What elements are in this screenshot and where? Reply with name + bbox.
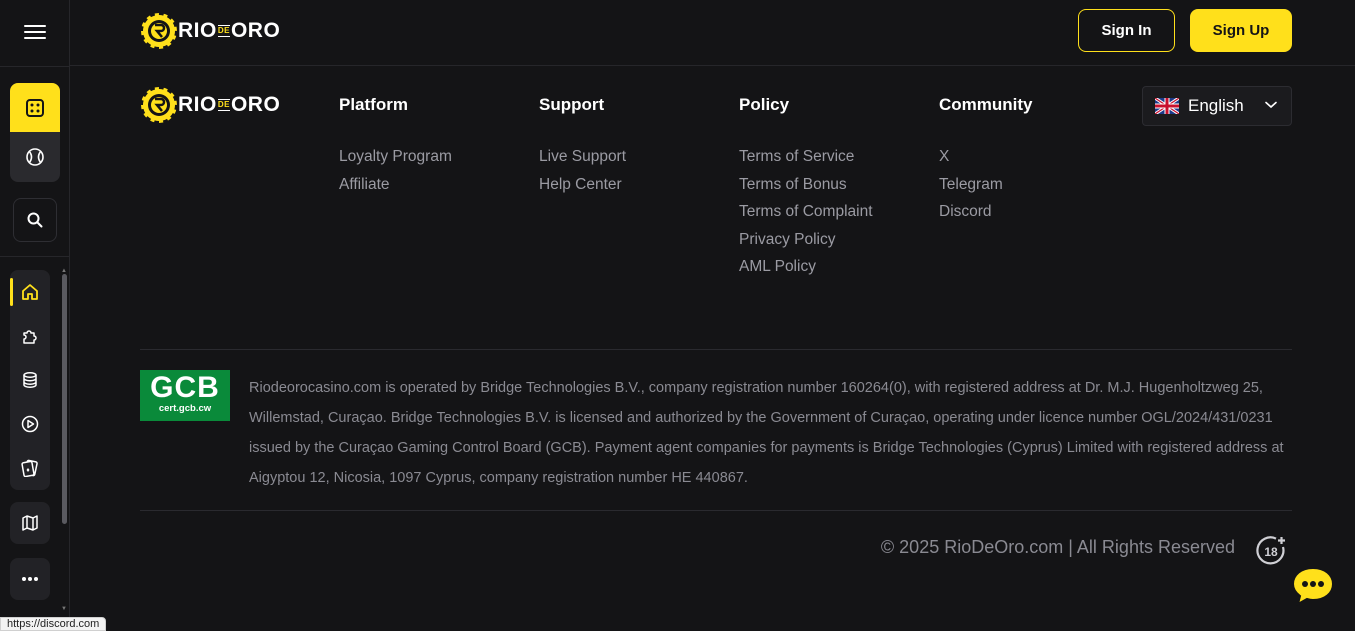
chevron-down-icon [1265,101,1277,109]
live-chat-icon[interactable] [1290,565,1336,607]
search-icon [27,212,43,228]
link-terms-of-complaint[interactable]: Terms of Complaint [739,201,873,229]
sidebar-divider [0,256,70,257]
scroll-down-icon[interactable]: ▼ [61,606,67,612]
link-aml-policy[interactable]: AML Policy [739,256,873,284]
more-icon [22,577,38,581]
uk-flag-icon [1155,98,1179,114]
scroll-thumb[interactable] [62,274,67,524]
casino-dice-icon [26,98,44,117]
nav-coins[interactable] [10,358,50,402]
link-terms-of-service[interactable]: Terms of Service [739,146,873,174]
footer-divider [140,349,1292,350]
copyright-text: © 2025 RioDeOro.com | All Rights Reserve… [880,537,1235,557]
logo-wordmark: RIO DE ORO [178,19,281,42]
nav-more[interactable] [10,558,50,600]
casino-category-button[interactable] [10,83,60,132]
link-x[interactable]: X [939,146,1033,174]
footer-column-community: Community X Telegram Discord [939,93,1033,229]
sidebar-divider [0,66,70,67]
gcb-subtitle: cert.gcb.cw [158,403,212,414]
nav-live[interactable] [10,402,50,446]
link-telegram[interactable]: Telegram [939,174,1033,202]
puzzle-icon [23,330,37,344]
link-help-center[interactable]: Help Center [539,174,626,202]
svg-text:18: 18 [1264,545,1278,559]
link-loyalty-program[interactable]: Loyalty Program [339,146,452,174]
coins-stack-icon [23,372,37,388]
nav-table-games[interactable] [10,446,50,490]
sidebar-scrollbar[interactable]: ▲ ▼ [61,268,67,613]
link-discord[interactable]: Discord [939,201,1033,229]
logo-chip-icon [140,86,178,124]
sports-category-button[interactable] [10,132,60,181]
column-title: Platform [339,95,408,114]
nav-map[interactable] [10,502,50,544]
column-title: Community [939,95,1033,114]
search-button[interactable] [13,198,57,242]
footer-column-support: Support Live Support Help Center [539,93,626,201]
nav-group [10,270,50,490]
sports-ball-icon [26,147,44,166]
category-switcher [10,83,60,182]
cards-icon [21,459,38,477]
footer-logo[interactable]: RIO DE ORO [140,86,280,124]
link-affiliate[interactable]: Affiliate [339,174,452,202]
age-18-plus-icon: 18 [1256,536,1285,565]
map-icon [22,515,38,531]
gcb-title: GCB [150,371,220,404]
header-logo[interactable]: RIO DE ORO [140,12,280,50]
sidebar: ▲ ▼ [0,0,70,631]
sign-up-button[interactable]: Sign Up [1190,9,1292,52]
column-title: Support [539,95,605,114]
menu-icon[interactable] [24,25,46,41]
link-privacy-policy[interactable]: Privacy Policy [739,229,873,257]
license-text: Riodeorocasino.com is operated by Bridge… [249,380,1284,486]
sign-in-button[interactable]: Sign In [1078,9,1175,52]
logo-chip-icon [140,12,178,50]
language-label: English [1188,96,1244,115]
footer-column-policy: Policy Terms of Service Terms of Bonus T… [739,93,873,284]
header: RIO DE ORO Sign In Sign Up [70,0,1355,66]
footer-divider [140,510,1292,511]
status-bar-url: https://discord.com [0,617,107,631]
nav-home[interactable] [10,270,50,314]
gcb-license-badge[interactable]: GCB cert.gcb.cw [140,370,230,421]
home-icon [22,284,38,300]
logo-wordmark: RIO DE ORO [178,93,281,116]
language-select[interactable]: English [1142,86,1292,126]
play-circle-icon [21,415,39,433]
column-title: Policy [739,95,790,114]
nav-games[interactable] [10,314,50,358]
footer-column-platform: Platform Loyalty Program Affiliate [339,93,452,201]
link-live-support[interactable]: Live Support [539,146,626,174]
link-terms-of-bonus[interactable]: Terms of Bonus [739,174,873,202]
